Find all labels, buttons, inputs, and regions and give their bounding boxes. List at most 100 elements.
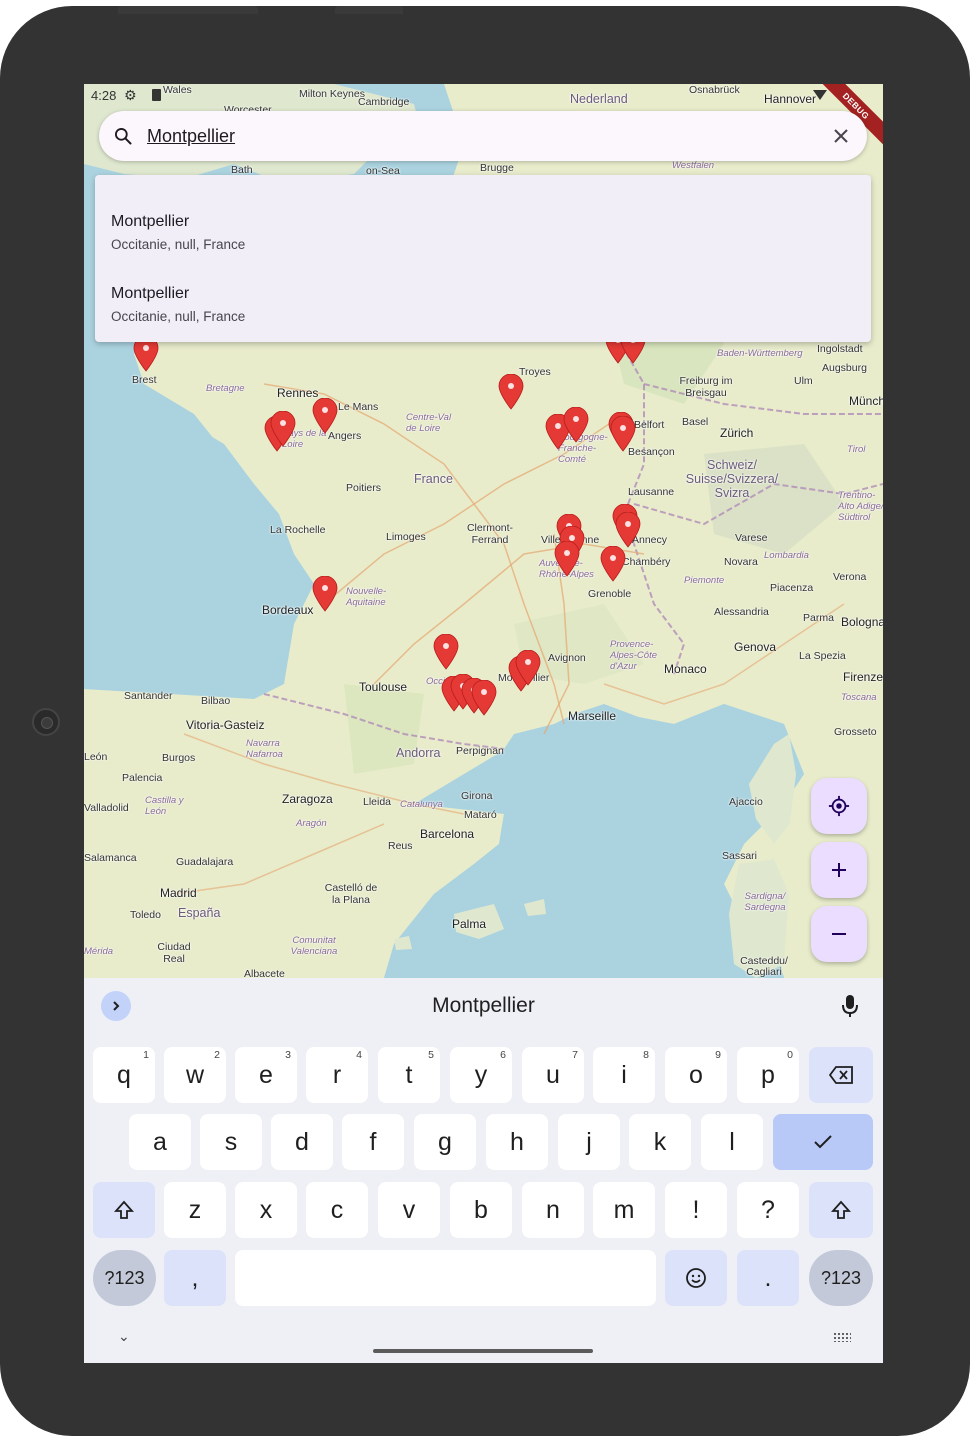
- symbols-key-left[interactable]: ?123: [93, 1250, 156, 1306]
- shift-key-left[interactable]: [93, 1182, 155, 1238]
- shift-key-right[interactable]: [809, 1182, 873, 1238]
- map-marker-icon[interactable]: [471, 679, 497, 716]
- map-label: Sassari: [722, 850, 758, 862]
- suggestion-item[interactable]: Montpellier Occitanie, null, France: [111, 285, 851, 345]
- map-marker-icon[interactable]: [270, 410, 296, 447]
- map-label: Augsburg: [822, 362, 867, 374]
- key-d[interactable]: d: [271, 1114, 333, 1170]
- key-j[interactable]: j: [558, 1114, 620, 1170]
- map-marker-icon[interactable]: [312, 575, 338, 612]
- search-bar[interactable]: Montpellier: [99, 111, 867, 161]
- symbols-key-right[interactable]: ?123: [809, 1250, 873, 1306]
- key-exclamation[interactable]: !: [665, 1182, 727, 1238]
- map-label: Verona: [833, 571, 867, 583]
- key-w[interactable]: w2: [164, 1047, 226, 1103]
- period-key[interactable]: .: [737, 1250, 799, 1306]
- zoom-out-button[interactable]: [811, 906, 867, 962]
- map-marker-icon[interactable]: [433, 633, 459, 670]
- map-label: Piacenza: [770, 582, 814, 594]
- map-label: France: [414, 472, 453, 486]
- hide-keyboard-icon[interactable]: ⌄: [118, 1328, 130, 1345]
- key-c[interactable]: c: [306, 1182, 368, 1238]
- map-label: Avignon: [548, 652, 586, 664]
- map-label: Palma: [452, 917, 487, 931]
- map-label: Varese: [735, 532, 768, 544]
- map-label: Toscana: [841, 692, 877, 703]
- map-marker-icon[interactable]: [515, 649, 541, 686]
- key-x[interactable]: x: [235, 1182, 297, 1238]
- key-k[interactable]: k: [629, 1114, 691, 1170]
- zoom-in-button[interactable]: [811, 842, 867, 898]
- key-u[interactable]: u7: [522, 1047, 584, 1103]
- map-label: Casteddu/ Cagliari: [740, 955, 788, 978]
- gesture-nav-bar[interactable]: [373, 1349, 593, 1353]
- map-label: Bilbao: [201, 695, 231, 707]
- map-label: Toulouse: [359, 680, 408, 694]
- front-camera: [32, 708, 60, 736]
- key-e[interactable]: e3: [235, 1047, 297, 1103]
- my-location-button[interactable]: [811, 778, 867, 834]
- space-key[interactable]: [235, 1250, 656, 1306]
- map-marker-icon[interactable]: [563, 406, 589, 443]
- map-label: Salamanca: [84, 852, 137, 864]
- key-o[interactable]: o9: [665, 1047, 727, 1103]
- map-label: Monaco: [664, 662, 707, 676]
- key-v[interactable]: v: [378, 1182, 440, 1238]
- my-location-icon: [828, 795, 850, 817]
- app-screen: Wales Milton Keynes Cambridge Worcester …: [84, 84, 883, 1363]
- map-marker-icon[interactable]: [312, 397, 338, 434]
- map-marker-icon[interactable]: [615, 511, 641, 548]
- key-i[interactable]: i8: [593, 1047, 655, 1103]
- map-label: Westfalen: [672, 160, 715, 171]
- map-label: Ciudad Real: [157, 941, 191, 965]
- map-label: München: [849, 394, 883, 408]
- key-h[interactable]: h: [486, 1114, 548, 1170]
- checkmark-icon: [814, 1135, 832, 1149]
- emoji-key[interactable]: [665, 1250, 727, 1306]
- key-f[interactable]: f: [342, 1114, 404, 1170]
- key-p[interactable]: p0: [737, 1047, 799, 1103]
- map-label: Chambéry: [622, 556, 671, 568]
- key-q[interactable]: q1: [93, 1047, 155, 1103]
- map-label: Barcelona: [420, 827, 475, 841]
- map-marker-icon[interactable]: [554, 540, 580, 577]
- search-input[interactable]: Montpellier: [147, 126, 235, 147]
- microphone-icon[interactable]: [841, 994, 859, 1018]
- map-label: Comunitat Valenciana: [290, 935, 338, 957]
- key-b[interactable]: b: [450, 1182, 512, 1238]
- key-n[interactable]: n: [522, 1182, 584, 1238]
- soft-keyboard: Montpellier q1 w2 e3 r4 t5 y6 u7 i8 o9 p…: [84, 978, 883, 1363]
- key-y[interactable]: y6: [450, 1047, 512, 1103]
- map-label: España: [178, 906, 221, 920]
- map-label: Perpignan: [456, 745, 504, 757]
- key-r[interactable]: r4: [306, 1047, 368, 1103]
- map-marker-icon[interactable]: [610, 415, 636, 452]
- map-label: Sardigna/ Sardegna: [744, 891, 786, 913]
- map-label: Guadalajara: [176, 856, 234, 868]
- enter-key[interactable]: [773, 1114, 873, 1170]
- map-marker-icon[interactable]: [498, 373, 524, 410]
- key-m[interactable]: m: [593, 1182, 655, 1238]
- map-label: Centre-Val de Loire: [406, 412, 452, 434]
- suggestion-subtitle: Occitanie, null, France: [111, 309, 246, 324]
- comma-key[interactable]: ,: [164, 1250, 226, 1306]
- key-question[interactable]: ?: [737, 1182, 799, 1238]
- close-icon[interactable]: [833, 128, 849, 144]
- word-suggestion[interactable]: Montpellier: [84, 994, 883, 1018]
- key-a[interactable]: a: [129, 1114, 191, 1170]
- suggestion-item[interactable]: Montpellier Occitanie, null, France: [111, 213, 851, 273]
- keyboard-switch-icon[interactable]: [833, 1332, 851, 1342]
- key-l[interactable]: l: [701, 1114, 763, 1170]
- map-label: Castelló de la Plana: [324, 882, 378, 906]
- backspace-key[interactable]: [809, 1047, 873, 1103]
- shift-icon: [831, 1200, 851, 1219]
- key-z[interactable]: z: [164, 1182, 226, 1238]
- map-label: Ulm: [794, 375, 813, 387]
- map-marker-icon[interactable]: [600, 545, 626, 582]
- status-bar: 4:28 ⚙: [84, 84, 883, 108]
- map-label: Palencia: [122, 772, 163, 784]
- key-g[interactable]: g: [414, 1114, 476, 1170]
- key-s[interactable]: s: [200, 1114, 262, 1170]
- key-t[interactable]: t5: [378, 1047, 440, 1103]
- map-label: Brest: [132, 374, 157, 386]
